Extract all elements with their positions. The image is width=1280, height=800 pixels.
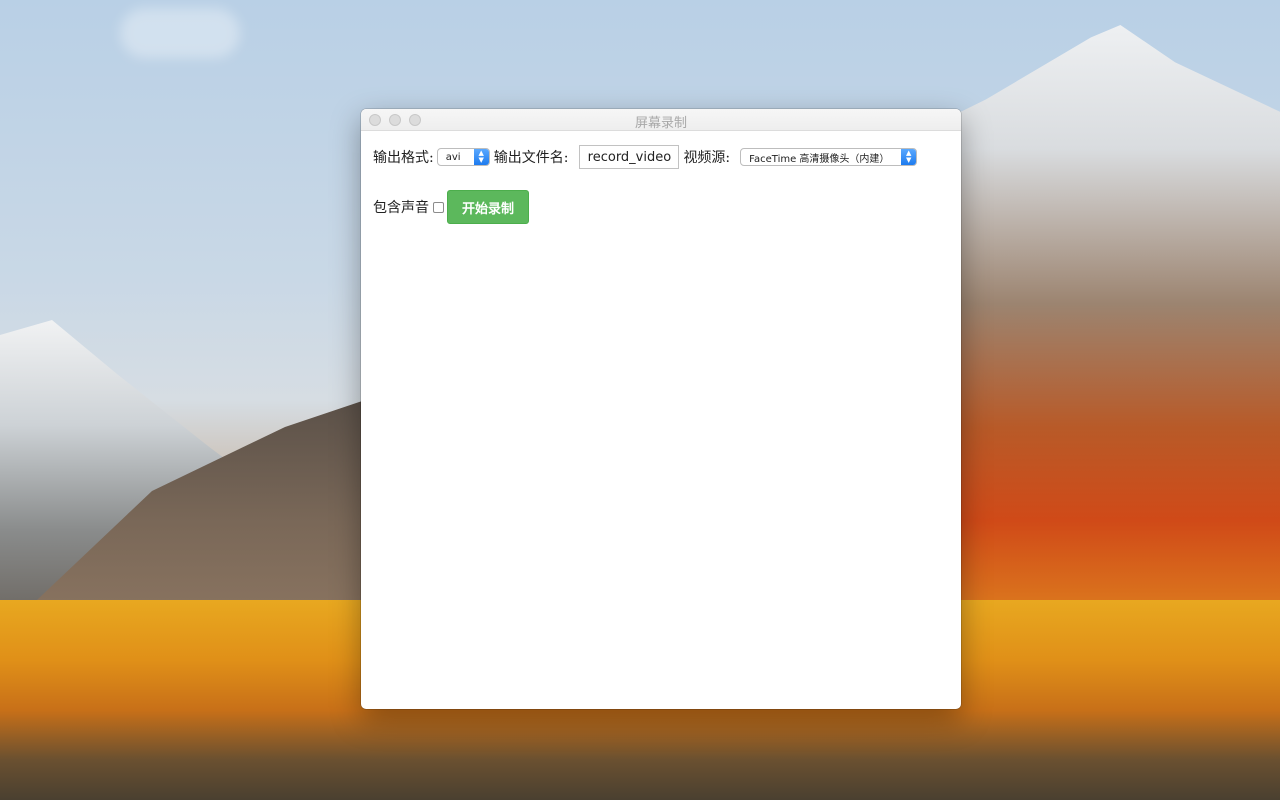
- audio-checkbox[interactable]: [433, 201, 444, 213]
- wallpaper-cloud: [120, 8, 240, 58]
- window-titlebar[interactable]: 屏幕录制: [361, 109, 961, 131]
- audio-label: 包含声音: [373, 200, 429, 216]
- format-label: 输出格式:: [373, 150, 434, 166]
- format-select-value: avi: [445, 151, 461, 163]
- settings-row: 输出格式: avi ▲▼ 输出文件名: 视频源: FaceTime 高清摄像头（…: [373, 145, 918, 169]
- filename-label: 输出文件名:: [493, 150, 569, 166]
- start-recording-button[interactable]: 开始录制: [447, 190, 529, 224]
- video-source-select[interactable]: FaceTime 高清摄像头（内建） ▲ ▼: [740, 148, 918, 166]
- app-window: 屏幕录制 输出格式: avi ▲▼ 输出文件名: 视频源: FaceTime 高…: [361, 109, 961, 709]
- up-down-chevron-icon: ▲ ▼: [473, 149, 489, 165]
- video-source-value: FaceTime 高清摄像头（内建）: [749, 153, 890, 165]
- filename-input[interactable]: [579, 145, 680, 169]
- actions-row: 包含声音 开始录制: [373, 190, 529, 224]
- format-select[interactable]: avi ▲ ▼: [436, 148, 490, 166]
- source-label: 视频源:: [683, 150, 731, 166]
- window-title: 屏幕录制: [634, 116, 687, 131]
- window-content: 输出格式: avi ▲▼ 输出文件名: 视频源: FaceTime 高清摄像头（…: [361, 131, 961, 709]
- up-down-chevron-icon: ▲ ▼: [901, 149, 917, 165]
